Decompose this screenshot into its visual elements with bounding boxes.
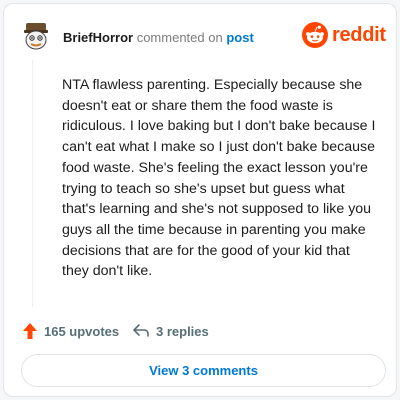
reddit-snoo-icon xyxy=(302,22,328,48)
upvotes-count: 165 upvotes xyxy=(44,323,120,339)
replies-button[interactable]: 3 replies xyxy=(132,320,209,342)
upvote-button[interactable]: 165 upvotes xyxy=(22,320,119,342)
comment-meta: BriefHorror commented on post xyxy=(63,30,254,45)
user-avatar[interactable] xyxy=(20,18,52,50)
avatar-illustration-icon xyxy=(20,18,52,50)
comment-body: NTA flawless parenting. Especially becau… xyxy=(62,77,376,280)
view-comments-button[interactable]: View 3 comments xyxy=(21,354,386,387)
reply-arrow-icon xyxy=(133,324,149,337)
post-link[interactable]: post xyxy=(226,30,253,45)
reddit-wordmark: reddit xyxy=(332,24,386,46)
reddit-logo[interactable]: reddit xyxy=(302,22,386,48)
username-link[interactable]: BriefHorror xyxy=(63,30,133,45)
replies-count: 3 replies xyxy=(156,323,209,339)
upvote-arrow-icon xyxy=(23,323,37,339)
comment-header: BriefHorror commented on post reddit xyxy=(20,18,386,54)
action-text: commented on xyxy=(136,30,223,45)
thread-line xyxy=(32,60,33,307)
comment-actions: 165 upvotes 3 replies xyxy=(22,320,322,342)
comment-card: BriefHorror commented on post reddit NTA… xyxy=(3,3,397,397)
